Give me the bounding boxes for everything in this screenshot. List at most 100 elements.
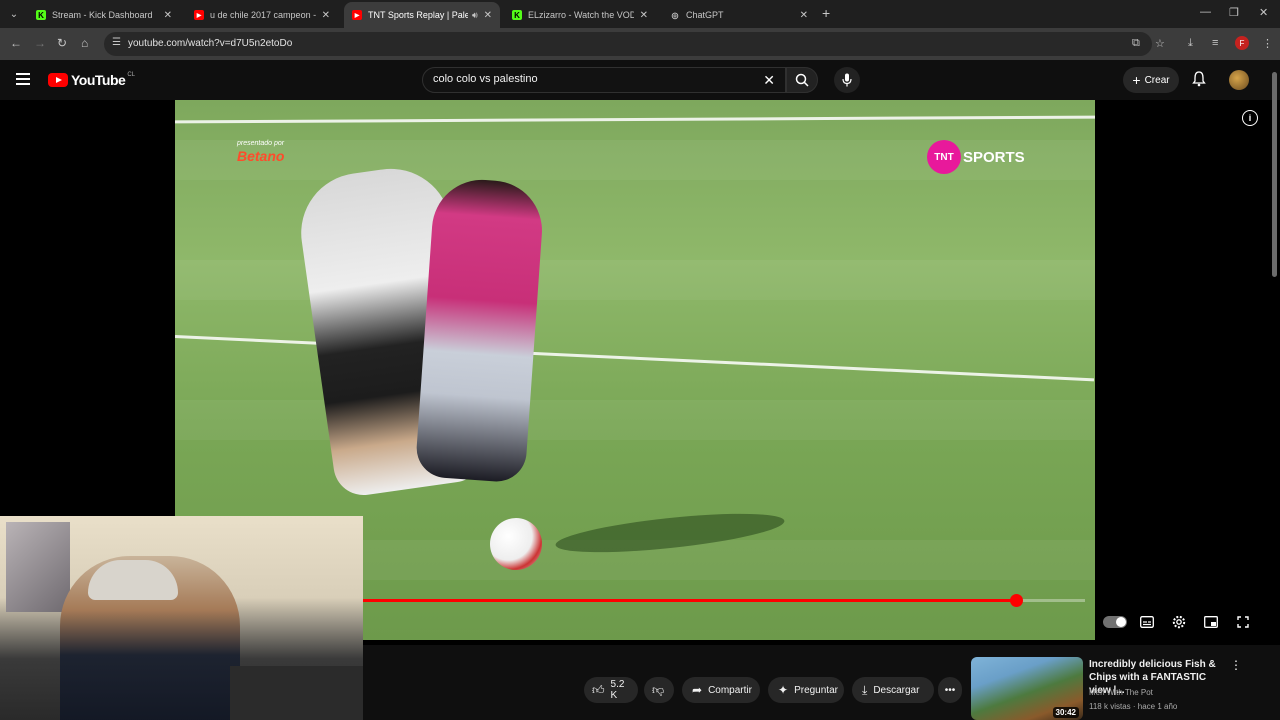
search-button[interactable] [786, 67, 818, 93]
kick-icon: K [36, 10, 46, 20]
video-duration: 30:42 [1052, 707, 1079, 718]
share-icon: ➦ [692, 683, 703, 697]
tnt-word: SPORTS [963, 148, 1025, 166]
download-icon: ⤓ [862, 682, 868, 697]
youtube-play-icon [48, 73, 68, 87]
download-label: Descargar [873, 684, 920, 696]
webcam-overlay [0, 516, 363, 720]
tab-search-icon[interactable]: ⌄ [4, 4, 24, 24]
settings-gear-icon[interactable] [1171, 614, 1187, 630]
url-text[interactable]: youtube.com/watch?v=d7U5n2etoDo [128, 38, 292, 49]
miniplayer-icon[interactable] [1203, 614, 1219, 630]
guide-menu-icon[interactable] [16, 73, 30, 85]
logo-text: YouTube [71, 72, 126, 88]
tab-close-icon[interactable]: ✕ [164, 10, 172, 21]
notifications-bell-icon[interactable] [1192, 71, 1206, 92]
youtube-icon: ▶ [194, 10, 204, 20]
desk [230, 666, 363, 720]
tab-title: ELzizarro - Watch the VOD on [528, 10, 634, 20]
home-icon[interactable]: ⌂ [81, 36, 88, 50]
recommendation-thumbnail[interactable]: 30:42 [971, 657, 1083, 720]
bookmark-star-icon[interactable]: ☆ [1155, 37, 1165, 50]
football [490, 518, 542, 570]
sparkle-icon: ✦ [778, 683, 789, 697]
autoplay-toggle[interactable] [1103, 616, 1127, 628]
tnt-dot: TNT [927, 140, 961, 174]
like-button[interactable]: 👍︎ 5.2 K [584, 677, 638, 703]
plus-icon: + [1132, 72, 1141, 88]
tab-elzizarro-vod[interactable]: K ELzizarro - Watch the VOD on ✕ [504, 2, 656, 28]
search-input[interactable] [433, 73, 753, 85]
media-controls-icon[interactable]: ≡ [1212, 37, 1218, 49]
progress-bar[interactable] [363, 594, 1085, 607]
create-label: Crear [1144, 74, 1170, 86]
sponsor-logo: Betano [237, 148, 285, 164]
ask-label: Preguntar [794, 684, 838, 696]
microphone-icon [842, 73, 852, 87]
back-icon[interactable]: ← [10, 36, 22, 50]
dislike-button[interactable]: 👎︎ [644, 677, 674, 703]
new-tab-icon[interactable]: + [822, 5, 830, 21]
downloads-icon[interactable]: ⤓ [1188, 37, 1193, 50]
speaker-icon[interactable]: 🔊︎ [472, 10, 478, 21]
minimize-icon[interactable]: — [1200, 6, 1211, 18]
tab-close-icon[interactable]: ✕ [800, 10, 808, 21]
thumbs-down-icon: 👎︎ [652, 682, 665, 697]
more-horizontal-icon: ••• [944, 684, 956, 696]
forward-icon[interactable]: → [34, 36, 46, 50]
restore-icon[interactable]: ❐ [1229, 6, 1239, 19]
profile-avatar[interactable]: F [1235, 36, 1249, 50]
page-scrollbar[interactable] [1270, 64, 1278, 720]
youtube-masthead: YouTube CL ✕ + Crear [0, 60, 1280, 100]
recommendation-channel[interactable]: Men With The Pot [1089, 688, 1153, 697]
tab-title: ChatGPT [686, 10, 724, 20]
progress-played [363, 599, 1017, 602]
account-avatar[interactable] [1229, 70, 1249, 90]
tab-close-icon[interactable]: ✕ [640, 10, 648, 21]
kick-icon: K [512, 10, 522, 20]
browser-toolbar: ← → ↻ ⌂ ☰ youtube.com/watch?v=d7U5n2etoD… [0, 28, 1280, 60]
subtitles-icon[interactable] [1139, 614, 1155, 630]
chatgpt-icon: ◎ [671, 10, 679, 20]
tab-title: TNT Sports Replay | Palesti [368, 10, 468, 20]
tab-title: Stream - Kick Dashboard [52, 10, 153, 20]
search-box[interactable]: ✕ [422, 67, 786, 93]
country-code: CL [127, 72, 135, 78]
info-icon[interactable]: i [1242, 110, 1258, 126]
tab-close-icon[interactable]: ✕ [322, 10, 330, 21]
tnt-sports-logo: TNT SPORTS [927, 140, 1025, 174]
browser-tab-strip: ⌄ K Stream - Kick Dashboard ✕ ▶ u de chi… [0, 0, 1280, 28]
voice-search-button[interactable] [834, 67, 860, 93]
share-label: Compartir [708, 684, 752, 696]
ask-button[interactable]: ✦ Preguntar [768, 677, 844, 703]
more-actions-button[interactable]: ••• [938, 677, 962, 703]
site-info-icon[interactable]: ☰ [112, 37, 124, 49]
sponsor-caption: presentado por [237, 140, 285, 147]
search-icon [795, 73, 809, 87]
wall-poster [6, 522, 70, 612]
install-app-icon[interactable]: ⧉ [1132, 37, 1140, 50]
close-window-icon[interactable]: ✕ [1259, 6, 1268, 19]
tab-u-de-chile[interactable]: ▶ u de chile 2017 campeon - You ✕ [186, 2, 338, 28]
thumbs-up-icon: 👍︎ [592, 682, 605, 697]
address-bar[interactable]: ☰ youtube.com/watch?v=d7U5n2etoDo [104, 32, 1152, 56]
like-count: 5.2 K [610, 679, 625, 701]
browser-menu-icon[interactable]: ⋮ [1262, 37, 1273, 50]
clear-search-icon[interactable]: ✕ [763, 72, 775, 89]
recommendation-meta: 118 k vistas · hace 1 año [1089, 702, 1178, 711]
streamer-cap [88, 560, 178, 600]
tab-chatgpt[interactable]: ◎ ChatGPT ✕ [662, 2, 816, 28]
tab-title: u de chile 2017 campeon - You [210, 10, 316, 20]
reload-icon[interactable]: ↻ [57, 36, 67, 50]
more-vertical-icon[interactable]: ⋮ [1230, 658, 1242, 672]
tab-close-icon[interactable]: ✕ [484, 10, 492, 21]
share-button[interactable]: ➦ Compartir [682, 677, 760, 703]
youtube-icon: ▶ [352, 10, 362, 20]
download-button[interactable]: ⤓ Descargar [852, 677, 934, 703]
create-button[interactable]: + Crear [1123, 67, 1179, 93]
youtube-logo[interactable]: YouTube CL [48, 72, 135, 88]
tab-kick-dashboard[interactable]: K Stream - Kick Dashboard ✕ [28, 2, 180, 28]
tab-tnt-sports-replay[interactable]: ▶ TNT Sports Replay | Palesti 🔊︎ ✕ [344, 2, 500, 28]
fullscreen-icon[interactable] [1235, 614, 1251, 630]
palestino-player [414, 176, 546, 484]
